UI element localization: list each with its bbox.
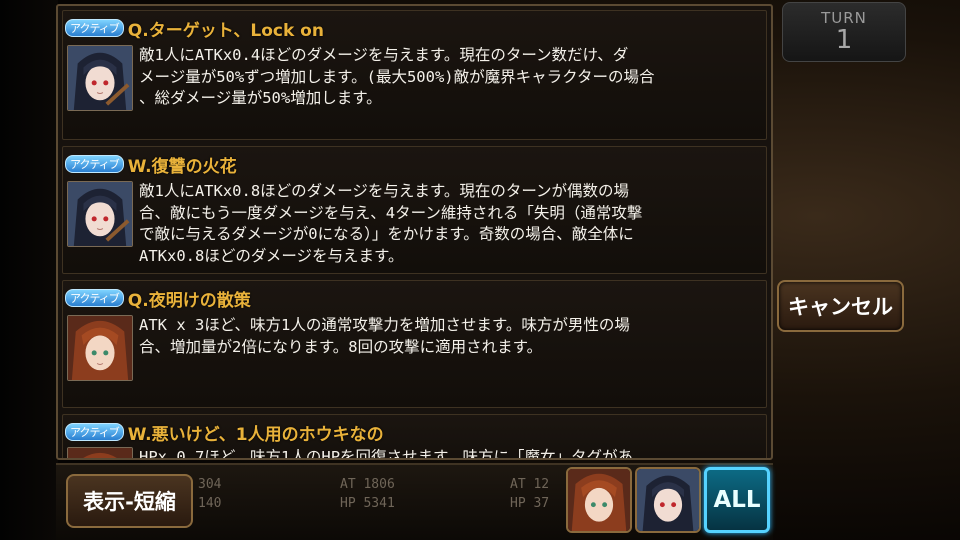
ghost-stat-line: HP 5341 [340,496,395,511]
active-badge: アクティブ [65,289,124,307]
ghost-stat-line: AT 12 [510,477,550,492]
active-badge: アクティブ [65,423,124,441]
all-filter-button[interactable]: ALL [704,467,770,533]
turn-number: 1 [835,25,853,55]
ghost-stat-block: 304 140 [198,475,221,513]
ghost-stat-line: 140 [198,496,222,511]
character-filter-brown-hair[interactable] [566,467,632,533]
turn-counter: TURN 1 [782,2,906,62]
skill-name: W.復讐の火花 [127,156,237,177]
display-shorten-toggle-button[interactable]: 表示-短縮 [66,474,193,528]
skill-description: ATK x 3ほど、味方1人の通常攻撃力を増加させます。味方が男性の場 合、増加… [139,316,630,356]
character-portrait-dark-hair [67,181,133,247]
character-portrait-brown-hair [67,315,133,381]
skill-description: HPx 0.7ほど、味方1人のHPを回復させます。味方に「魔女」タグがあ [139,448,633,460]
skill-description: 敵1人にATKx0.8ほどのダメージを与えます。現在のターンが偶数の場 合、敵に… [139,182,643,265]
character-portrait-dark-hair [67,45,133,111]
ghost-stat-line: 304 [198,477,222,492]
skill-entry-w-revenge[interactable]: アクティブ W.復讐の火花 敵1人にATKx0.8ほどのダメージを与えます。現在… [62,146,767,274]
skill-name: Q.ターゲット、Lock on [127,20,324,41]
character-portrait-brown-hair [67,447,133,458]
skill-entry-q-dawn-walk[interactable]: アクティブ Q.夜明けの散策 ATK x 3ほど、味方1人の通常攻撃力を増加させ… [62,280,767,408]
ghost-stat-block: AT 1806 HP 5341 [340,475,395,513]
ghost-stat-line: HP 37 [510,496,550,511]
skill-description: 敵1人にATKx0.4ほどのダメージを与えます。現在のターン数だけ、ダ メージ量… [139,46,655,107]
skill-entry-w-broom[interactable]: アクティブ W.悪いけど、1人用のホウキなの HPx 0.7ほど、味方1人のHP… [62,414,767,460]
skill-name: Q.夜明けの散策 [127,290,251,311]
active-badge: アクティブ [65,155,124,173]
active-badge: アクティブ [65,19,124,37]
ghost-stat-line: AT 1806 [340,477,395,492]
skill-entry-q-target[interactable]: アクティブ Q.ターゲット、Lock on 敵1人にATKx0.4ほどのダメージ… [62,10,767,140]
skill-list-panel[interactable]: アクティブ Q.ターゲット、Lock on 敵1人にATKx0.4ほどのダメージ… [56,4,773,460]
skill-name: W.悪いけど、1人用のホウキなの [127,424,384,445]
ghost-stat-block: AT 12 HP 37 [510,475,549,513]
left-edge-shadow [0,0,58,540]
cancel-button[interactable]: キャンセル [777,280,904,332]
character-filter-dark-hair[interactable] [635,467,701,533]
